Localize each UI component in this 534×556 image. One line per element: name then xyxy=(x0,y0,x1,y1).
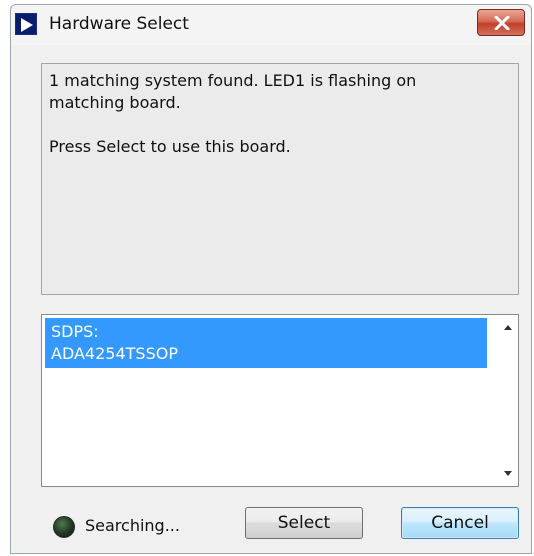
list-item-line-1: SDPS: xyxy=(51,322,99,341)
select-button[interactable]: Select xyxy=(245,507,363,539)
play-icon xyxy=(15,13,37,35)
vertical-scrollbar[interactable] xyxy=(498,315,518,486)
message-line-1: 1 matching system found. LED1 is flashin… xyxy=(49,71,417,112)
title-bar[interactable]: Hardware Select xyxy=(11,5,531,45)
chevron-down-icon xyxy=(504,471,512,476)
hardware-select-dialog: Hardware Select 1 matching system found.… xyxy=(10,4,532,554)
system-listbox[interactable]: SDPS: ADA4254TSSOP xyxy=(41,314,519,487)
list-item-line-2: ADA4254TSSOP xyxy=(51,344,178,363)
list-item[interactable]: SDPS: ADA4254TSSOP xyxy=(45,318,487,368)
status-text: Searching... xyxy=(85,516,180,535)
message-panel: 1 matching system found. LED1 is flashin… xyxy=(41,63,519,295)
close-icon xyxy=(494,16,510,30)
window-title: Hardware Select xyxy=(49,14,189,34)
message-line-2: Press Select to use this board. xyxy=(49,137,291,156)
close-button[interactable] xyxy=(477,9,525,36)
message-text: 1 matching system found. LED1 is flashin… xyxy=(49,70,489,158)
scroll-down-button[interactable] xyxy=(498,464,518,484)
chevron-up-icon xyxy=(504,325,512,330)
cancel-button[interactable]: Cancel xyxy=(401,507,519,539)
scroll-up-button[interactable] xyxy=(498,318,518,338)
led-indicator xyxy=(53,516,75,538)
